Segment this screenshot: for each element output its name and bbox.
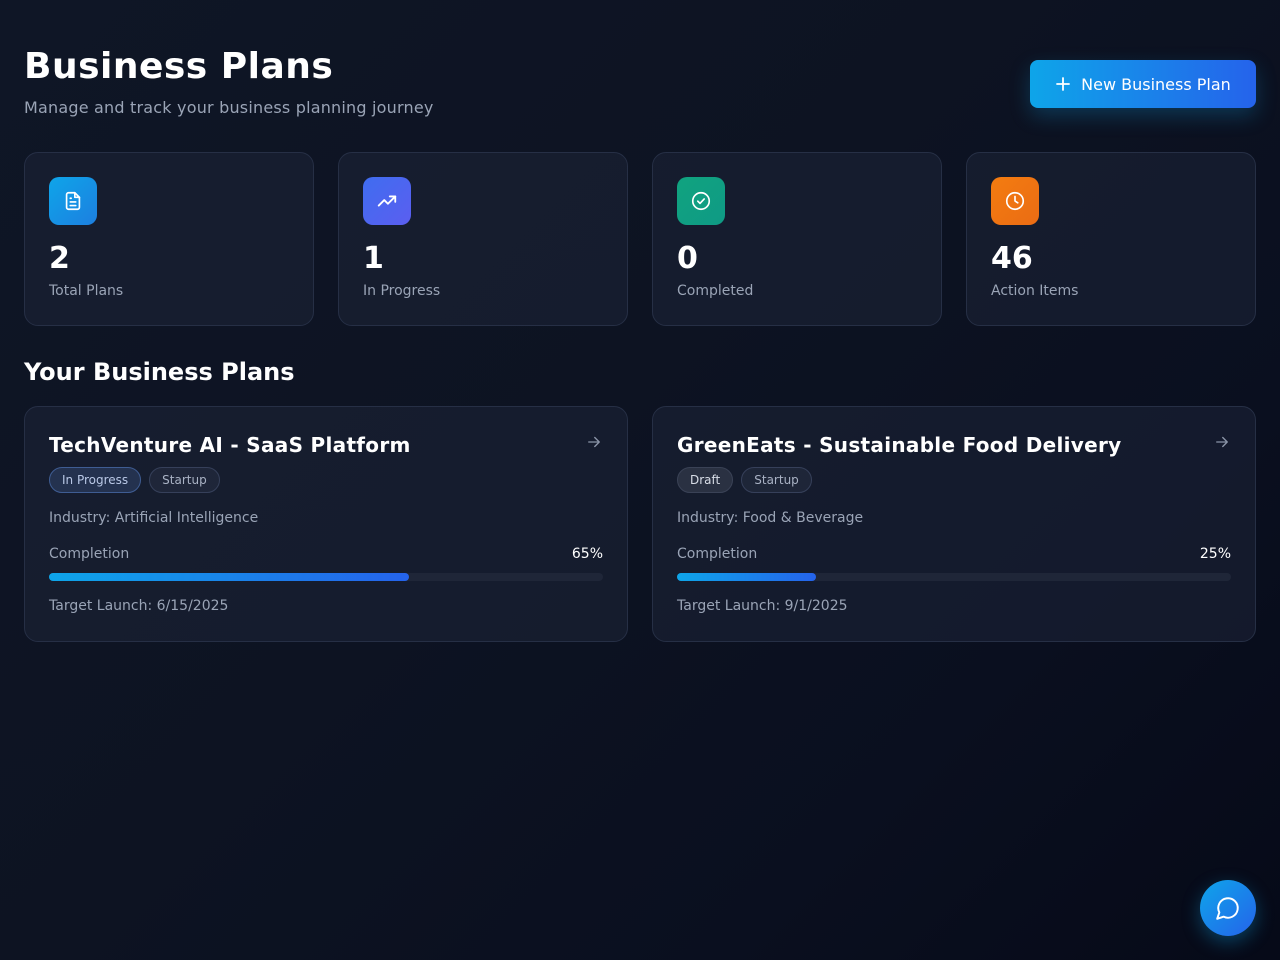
page: Business Plans Manage and track your bus… (24, 0, 1256, 642)
stat-label: In Progress (363, 283, 441, 299)
page-subtitle: Manage and track your business planning … (24, 98, 434, 117)
plan-card[interactable]: TechVenture AI - SaaS Platform In Progre… (24, 406, 628, 642)
stat-label: Total Plans (49, 283, 124, 299)
clock-icon (991, 177, 1039, 225)
status-badge: In Progress (49, 467, 142, 493)
plan-industry: Industry: Food & Beverage (677, 510, 864, 526)
target-launch: Target Launch: 6/15/2025 (49, 598, 229, 614)
page-header: Business Plans Manage and track your bus… (24, 0, 1256, 152)
stat-value: 1 (363, 241, 384, 276)
progress-bar (49, 573, 603, 581)
completion-row: Completion 65% (49, 546, 603, 562)
completion-value: 65% (571, 546, 603, 562)
stat-value: 0 (677, 241, 698, 276)
new-business-plan-button[interactable]: New Business Plan (1030, 60, 1256, 108)
chat-button[interactable] (1200, 880, 1256, 936)
stat-label: Completed (677, 283, 754, 299)
plan-badges: In Progress Startup (49, 467, 220, 493)
plan-title: TechVenture AI - SaaS Platform (49, 433, 411, 457)
plans-grid: TechVenture AI - SaaS Platform In Progre… (24, 406, 1256, 642)
progress-fill (677, 573, 816, 581)
trending-up-icon (363, 177, 411, 225)
type-badge: Startup (149, 467, 220, 493)
check-circle-icon (677, 177, 725, 225)
arrow-right-icon[interactable] (1213, 433, 1231, 455)
completion-value: 25% (1199, 546, 1231, 562)
completion-label: Completion (49, 546, 130, 562)
plan-card[interactable]: GreenEats - Sustainable Food Delivery Dr… (652, 406, 1256, 642)
stat-label: Action Items (991, 283, 1079, 299)
stat-card-completed: 0 Completed (652, 152, 942, 326)
stat-card-total-plans: 2 Total Plans (24, 152, 314, 326)
stat-card-action-items: 46 Action Items (966, 152, 1256, 326)
stats-row: 2 Total Plans 1 In Progress 0 Completed (24, 152, 1256, 326)
type-badge: Startup (741, 467, 812, 493)
plus-icon (1055, 76, 1071, 92)
chat-bubble-icon (1215, 895, 1241, 921)
stat-value: 46 (991, 241, 1033, 276)
section-title: Your Business Plans (24, 358, 295, 386)
plan-title: GreenEats - Sustainable Food Delivery (677, 433, 1122, 457)
new-business-plan-label: New Business Plan (1081, 74, 1231, 94)
progress-bar (677, 573, 1231, 581)
completion-row: Completion 25% (677, 546, 1231, 562)
completion-label: Completion (677, 546, 758, 562)
progress-fill (49, 573, 410, 581)
page-title: Business Plans (24, 46, 334, 87)
plan-industry: Industry: Artificial Intelligence (49, 510, 259, 526)
stat-value: 2 (49, 241, 70, 276)
document-icon (49, 177, 97, 225)
arrow-right-icon[interactable] (585, 433, 603, 455)
stat-card-in-progress: 1 In Progress (338, 152, 628, 326)
status-badge: Draft (677, 467, 734, 493)
target-launch: Target Launch: 9/1/2025 (677, 598, 848, 614)
plan-badges: Draft Startup (677, 467, 812, 493)
